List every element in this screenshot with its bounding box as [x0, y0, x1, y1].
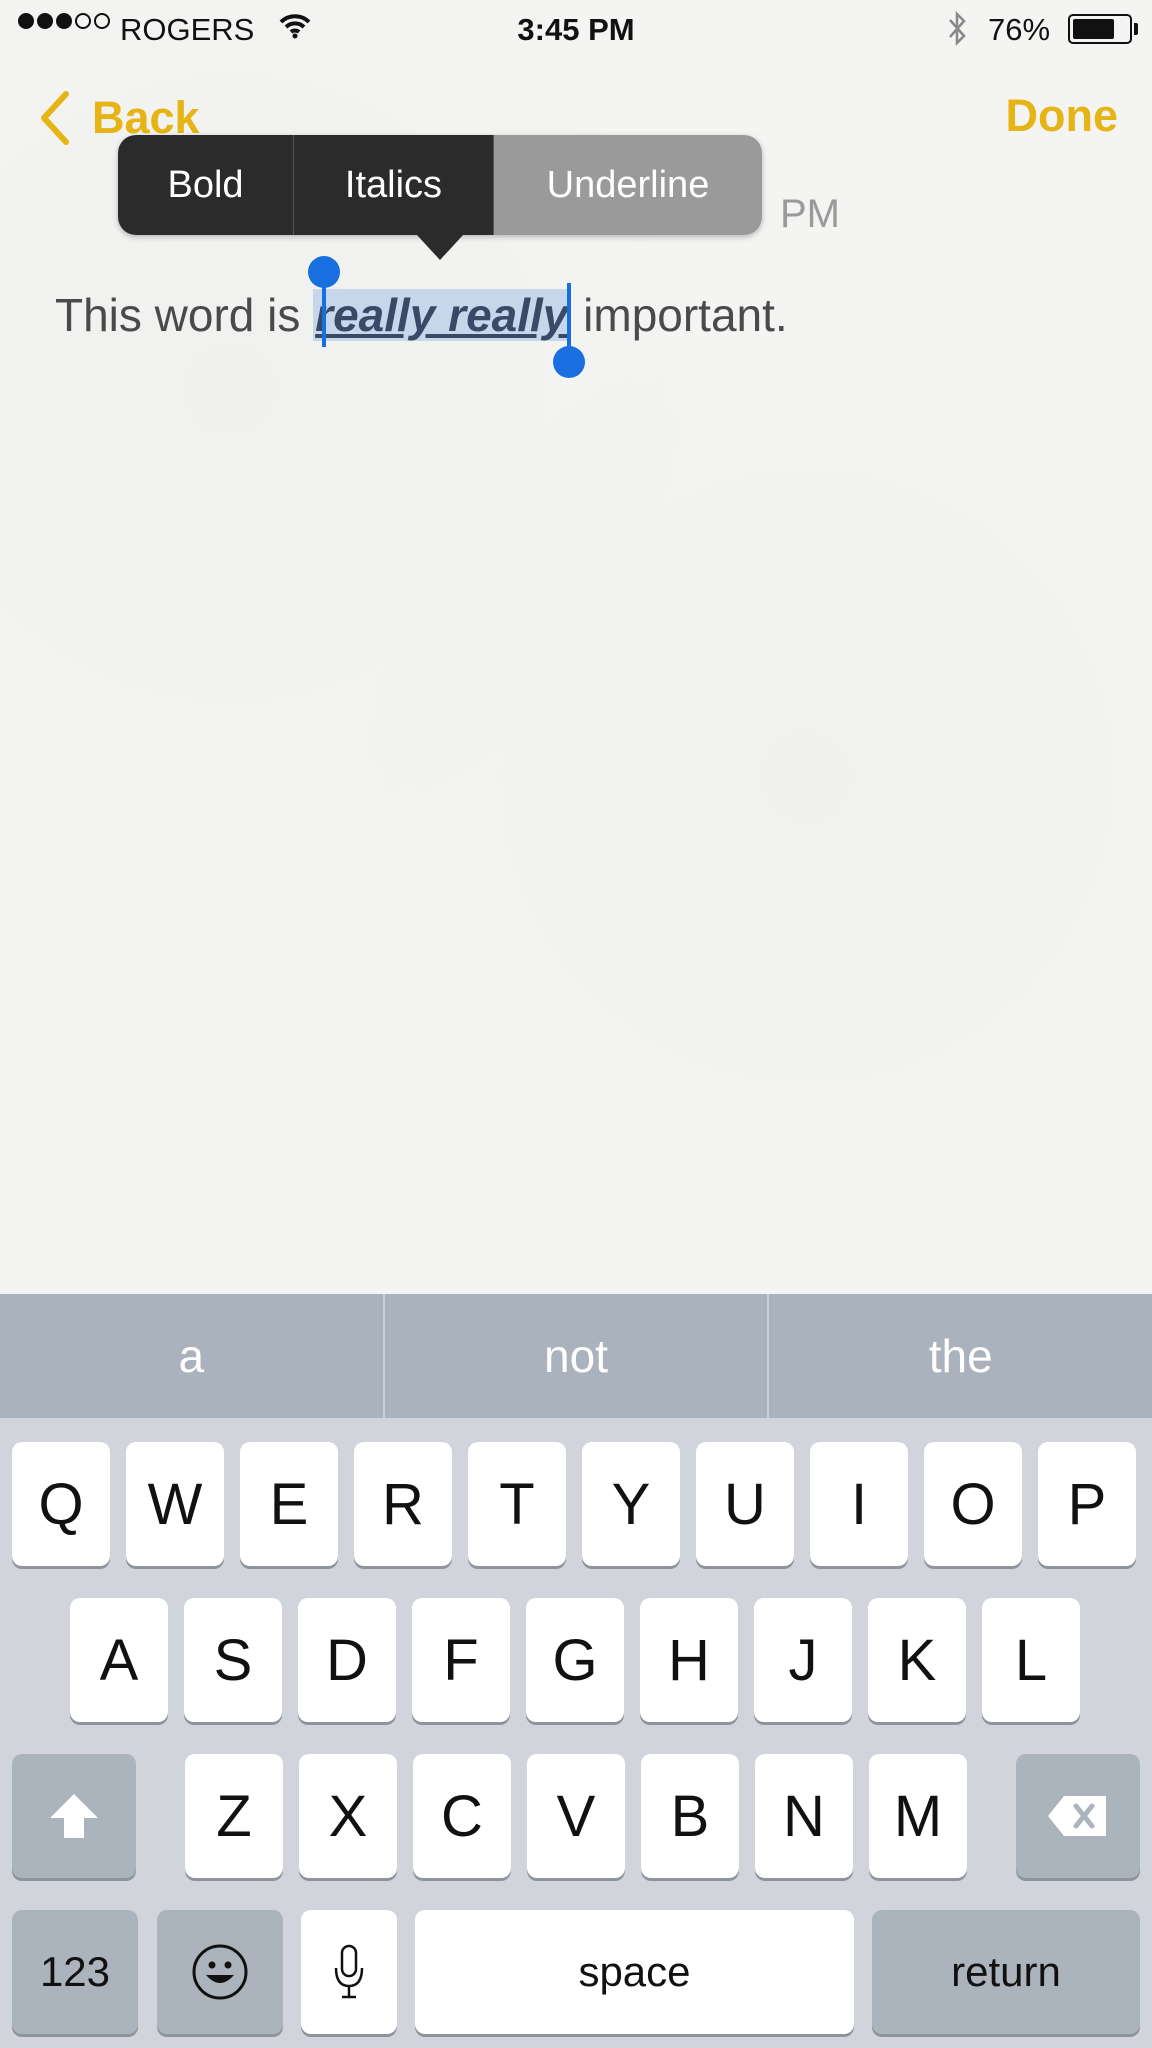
key-x[interactable]: X [299, 1754, 397, 1878]
note-text-after: important. [570, 289, 788, 341]
key-m[interactable]: M [869, 1754, 967, 1878]
prediction-1[interactable]: a [0, 1294, 385, 1418]
key-b[interactable]: B [641, 1754, 739, 1878]
key-s[interactable]: S [184, 1598, 282, 1722]
key-h[interactable]: H [640, 1598, 738, 1722]
selection-start-handle[interactable] [308, 256, 340, 288]
delete-key[interactable] [1016, 1754, 1140, 1878]
bold-menu-item[interactable]: Bold [118, 135, 294, 235]
status-time: 3:45 PM [517, 12, 635, 47]
microphone-icon [332, 1942, 366, 2002]
key-c[interactable]: C [413, 1754, 511, 1878]
key-o[interactable]: O [924, 1442, 1022, 1566]
key-q[interactable]: Q [12, 1442, 110, 1566]
key-j[interactable]: J [754, 1598, 852, 1722]
done-button[interactable]: Done [1006, 90, 1119, 142]
key-g[interactable]: G [526, 1598, 624, 1722]
note-text-before: This word is [55, 289, 314, 341]
return-key[interactable]: return [872, 1910, 1140, 2034]
key-r[interactable]: R [354, 1442, 452, 1566]
key-n[interactable]: N [755, 1754, 853, 1878]
key-p[interactable]: P [1038, 1442, 1136, 1566]
key-t[interactable]: T [468, 1442, 566, 1566]
key-u[interactable]: U [696, 1442, 794, 1566]
key-f[interactable]: F [412, 1598, 510, 1722]
key-y[interactable]: Y [582, 1442, 680, 1566]
key-k[interactable]: K [868, 1598, 966, 1722]
key-d[interactable]: D [298, 1598, 396, 1722]
selection-end-handle[interactable] [553, 346, 585, 378]
prediction-3[interactable]: the [769, 1294, 1152, 1418]
selected-text[interactable]: really really [313, 289, 571, 341]
battery-nub [1134, 23, 1138, 35]
back-chevron-icon [36, 88, 92, 148]
battery-percentage: 76% [988, 12, 1051, 47]
key-i[interactable]: I [810, 1442, 908, 1566]
shift-key[interactable] [12, 1754, 136, 1878]
key-z[interactable]: Z [185, 1754, 283, 1878]
emoji-icon [191, 1943, 249, 2001]
prediction-2[interactable]: not [385, 1294, 770, 1418]
key-w[interactable]: W [126, 1442, 224, 1566]
key-l[interactable]: L [982, 1598, 1080, 1722]
key-e[interactable]: E [240, 1442, 338, 1566]
numbers-key[interactable]: 123 [12, 1910, 138, 2034]
keyboard: a not the QWERTYUIOP ASDFGHJKL ZXCVBNM 1… [0, 1294, 1152, 2048]
shift-icon [46, 1790, 102, 1842]
format-menu: Bold Italics Underline [118, 135, 762, 235]
space-key[interactable]: space [415, 1910, 854, 2034]
format-menu-arrow [416, 234, 464, 260]
emoji-key[interactable] [157, 1910, 283, 2034]
selection-start-caret[interactable] [322, 283, 326, 347]
selection-end-caret[interactable] [567, 283, 571, 347]
key-a[interactable]: A [70, 1598, 168, 1722]
underline-menu-item[interactable]: Underline [494, 135, 762, 235]
note-text[interactable]: This word is really really important. [55, 288, 788, 342]
key-v[interactable]: V [527, 1754, 625, 1878]
bluetooth-icon [946, 10, 970, 48]
status-bar: ROGERS 3:45 PM 76% [0, 0, 1152, 58]
predictive-bar: a not the [0, 1294, 1152, 1418]
battery-icon [1068, 14, 1132, 44]
microphone-key[interactable] [301, 1910, 397, 2034]
delete-icon [1046, 1794, 1110, 1838]
battery-level-fill [1073, 19, 1114, 39]
italics-menu-item[interactable]: Italics [294, 135, 494, 235]
